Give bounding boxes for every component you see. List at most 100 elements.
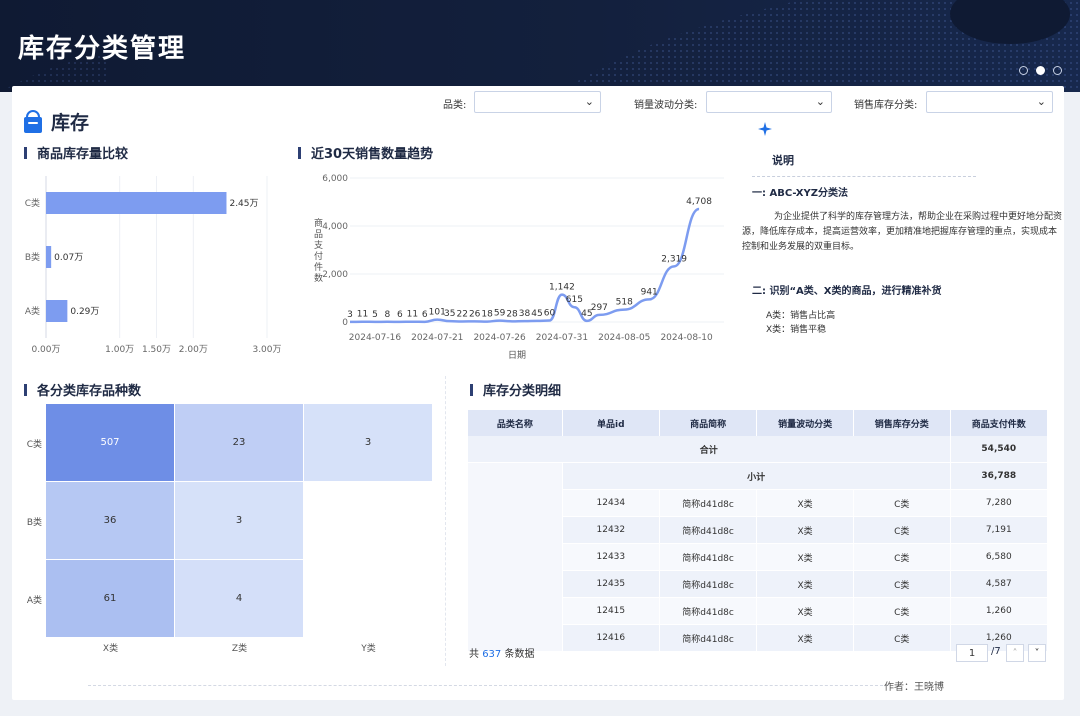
- x-tick-label: 0.00万: [31, 345, 60, 355]
- cell-id: 12415: [562, 597, 660, 625]
- y-tick-label: 6,000: [322, 174, 348, 184]
- cell-name: 简称d41d8c: [659, 489, 758, 517]
- page-total: /7: [991, 646, 1001, 657]
- heatmap-col-label: X类: [102, 643, 119, 654]
- heatmap-cell[interactable]: 61: [46, 560, 174, 637]
- heatmap-cell[interactable]: 507: [46, 404, 174, 481]
- bar-value-label: 2.45万: [229, 199, 258, 209]
- data-label: 6: [422, 310, 428, 320]
- bar-value-label: 0.29万: [70, 307, 99, 317]
- cell-id: 12416: [562, 624, 660, 652]
- cell-qty: 7,280: [950, 489, 1049, 517]
- explanation-note-x: X类：销售平稳: [766, 325, 827, 335]
- title-accent: [24, 146, 27, 159]
- data-label: 35: [444, 309, 455, 319]
- page-down-button[interactable]: ˅: [1028, 644, 1046, 662]
- cell-name: 简称d41d8c: [659, 624, 758, 652]
- x-tick-label: 1.00万: [105, 345, 134, 355]
- data-label: 3: [347, 310, 353, 320]
- page-up-button[interactable]: ˄: [1006, 644, 1024, 662]
- record-count: 共 637 条数据: [469, 645, 534, 660]
- filter-label-category: 品类:: [443, 100, 467, 111]
- heatmap-row-label: C类: [26, 439, 42, 450]
- bar: [46, 300, 68, 322]
- carousel-dot[interactable]: [1053, 66, 1062, 75]
- cell-qty: 4,587: [950, 570, 1049, 598]
- section-title: 库存: [51, 112, 90, 134]
- carousel-dot-active[interactable]: [1036, 66, 1045, 75]
- carousel-dots[interactable]: [1019, 66, 1062, 75]
- cell-volatility: X类: [756, 543, 854, 571]
- title-accent: [24, 383, 27, 396]
- cell-stock: C类: [853, 570, 951, 598]
- data-label: 2,319: [661, 254, 687, 264]
- data-label: 11: [407, 310, 418, 320]
- cell-id: 12432: [562, 516, 660, 544]
- x-tick-label: 2.00万: [179, 345, 208, 355]
- cell-name: 简称d41d8c: [659, 543, 758, 571]
- table-header-row: 品类名称 单品id 商品简称 销量波动分类 销售库存分类 商品支付件数: [468, 410, 1049, 436]
- sales-line-chart: 02,0004,0006,000商品支付件数2024-07-16 2024-07-…: [314, 174, 724, 361]
- stock-select[interactable]: ⌄: [926, 91, 1053, 113]
- record-count-number: 637: [482, 649, 502, 660]
- data-label: 45: [531, 309, 542, 319]
- cell-qty: 7,191: [950, 516, 1049, 544]
- stock-bar-chart: 0.00万 1.00万 1.50万 2.00万 3.00万 C类 2.45万 B类 0.07万 A…: [25, 176, 282, 355]
- author-credit: 作者：王晓博: [884, 682, 944, 693]
- y-tick-label: C类: [25, 197, 40, 209]
- subtotal-value: 36,788: [950, 462, 1049, 490]
- table-title-text: 库存分类明细: [483, 384, 562, 399]
- heatmap-cell[interactable]: 23: [175, 404, 303, 481]
- column-header[interactable]: 销售库存分类: [853, 410, 951, 436]
- cell-volatility: X类: [756, 570, 854, 598]
- data-label: 59: [494, 309, 506, 319]
- cell-name: 简称d41d8c: [659, 570, 758, 598]
- y-tick-label: 2,000: [322, 270, 348, 280]
- column-header[interactable]: 商品支付件数: [950, 410, 1049, 436]
- chevron-down-icon: ⌄: [1036, 95, 1046, 108]
- data-label: 297: [591, 303, 608, 313]
- data-label: 11: [357, 310, 368, 320]
- data-label: 941: [641, 287, 658, 297]
- heatmap-cell[interactable]: 36: [46, 482, 174, 559]
- footer-divider: [88, 685, 888, 686]
- carousel-dot[interactable]: [1019, 66, 1028, 75]
- total-label: 合计: [468, 436, 951, 463]
- cell-volatility: X类: [756, 516, 854, 544]
- column-header[interactable]: 销量波动分类: [756, 410, 854, 436]
- main-card: 库存 品类: ⌄ 销量波动分类: ⌄ 销售库存分类: ⌄ 商品库存量比较 0.0…: [12, 86, 1064, 700]
- bar-value-label: 0.07万: [54, 253, 83, 263]
- category-select[interactable]: ⌄: [474, 91, 601, 113]
- cell-id: 12433: [562, 543, 660, 571]
- heatmap-cell[interactable]: 3: [175, 482, 303, 559]
- x-tick-label: 2024-07-31: [536, 333, 588, 343]
- cell-qty: 1,260: [950, 597, 1049, 625]
- data-label: 5: [372, 310, 378, 320]
- explanation-paragraph-1: 为企业提供了科学的库存管理方法，帮助企业在采购过程中更好地分配资源，降低库存成本…: [742, 212, 1063, 252]
- column-header[interactable]: 商品简称: [659, 410, 758, 436]
- cell-volatility: X类: [756, 624, 854, 652]
- heatmap-cell[interactable]: 3: [304, 404, 432, 481]
- filter-label-stock: 销售库存分类:: [854, 100, 918, 111]
- data-label: 22: [456, 309, 467, 319]
- line-chart-title: 近30天销售数量趋势: [298, 143, 433, 162]
- data-label: 615: [566, 295, 583, 305]
- data-label: 6: [397, 310, 403, 320]
- bar-chart-title-text: 商品库存量比较: [37, 147, 129, 162]
- x-tick-label: 2024-07-21: [411, 333, 463, 343]
- column-header[interactable]: 单品id: [562, 410, 660, 436]
- column-header[interactable]: 品类名称: [468, 410, 563, 436]
- x-tick-label: 2024-08-05: [598, 333, 650, 343]
- title-accent: [298, 146, 301, 159]
- chevron-down-icon: ⌄: [815, 95, 825, 108]
- x-tick-label: 2024-07-26: [473, 333, 526, 343]
- bar: [46, 246, 52, 268]
- explanation-heading-2: 二: 识别“A类、X类的商品，进行精准补货: [752, 286, 942, 297]
- heatmap-cell[interactable]: 4: [175, 560, 303, 637]
- chevron-down-icon: ⌄: [584, 95, 594, 108]
- page-input[interactable]: 1: [956, 644, 988, 662]
- total-row: 合计 54,540: [468, 436, 1049, 463]
- volatility-select[interactable]: ⌄: [706, 91, 832, 113]
- record-count-prefix: 共: [469, 649, 479, 660]
- explanation-heading-1: 一: ABC-XYZ分类法: [752, 188, 848, 199]
